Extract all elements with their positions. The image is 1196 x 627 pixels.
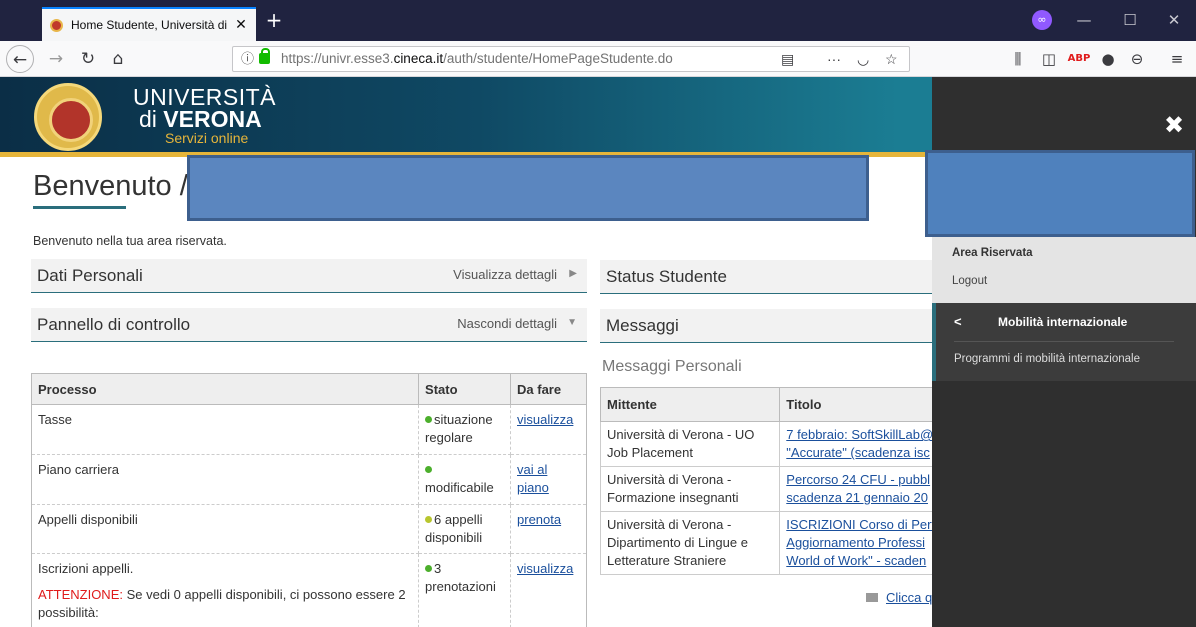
messages-subtitle: Messaggi Personali [602, 358, 742, 375]
sidebar-icon[interactable]: ◫ [1036, 45, 1062, 73]
browser-nav-bar: ← → ↻ ⌂ ⓘ https://univr.esse3.cineca.it/… [0, 41, 1196, 77]
window-close-icon[interactable]: ✕ [1152, 0, 1196, 41]
section-dati-personali: Dati Personali Visualizza dettagli ▶ [31, 259, 587, 293]
adblock-icon[interactable]: ABP [1066, 45, 1092, 73]
reload-icon[interactable]: ↻ [74, 45, 102, 73]
action-link[interactable]: vai al piano [517, 462, 549, 495]
messages-table: Mittente Titolo Università di Verona - U… [599, 387, 950, 575]
section-title: Pannello di controllo [37, 315, 191, 334]
table-row: Università di Verona - Dipartimento di Li… [599, 511, 950, 575]
close-panel-icon[interactable]: ✖ [1164, 111, 1184, 139]
lock-icon[interactable] [259, 48, 270, 64]
table-row: Iscrizioni appelli. ATTENZIONE: Se vedi … [30, 553, 587, 627]
status-ok-icon [425, 466, 433, 473]
bookmark-star-icon[interactable]: ☆ [885, 47, 898, 71]
pocket-icon[interactable]: ◡ [857, 47, 869, 71]
process-table: Processo Stato Da fare Tasse situazione … [30, 373, 587, 627]
table-row: Università di Verona - Formazione insegna… [599, 466, 950, 512]
status-ok-icon [425, 416, 433, 423]
area-riservata-title: Area Riservata [952, 247, 1033, 259]
section-title: Dati Personali [37, 266, 143, 285]
table-row: Piano carriera modificabile vai al piano [30, 454, 587, 505]
page-subtitle: Benvenuto nella tua area riservata. [33, 234, 227, 248]
title-underline [33, 206, 126, 209]
favicon-icon [50, 18, 63, 32]
redacted-block [187, 155, 869, 221]
redacted-block [925, 150, 1195, 237]
forward-icon[interactable]: → [42, 45, 70, 73]
tab-title: Home Studente, Università di V [71, 18, 230, 32]
message-link[interactable]: ISCRIZIONI Corso di Perf Aggiornamento Pr… [786, 516, 943, 570]
action-link[interactable]: prenota [517, 512, 561, 527]
account-icon[interactable]: ⊖ [1124, 45, 1150, 73]
table-header-row: Mittente Titolo [599, 387, 950, 422]
section-title: Status Studente [606, 267, 727, 286]
section-status-studente: Status Studente [600, 260, 950, 294]
message-link[interactable]: 7 febbraio: SoftSkillLab@ "Accurate" (sca… [786, 426, 943, 462]
browser-tab-bar: Home Studente, Università di V ✕ + ∞ — ☐… [0, 0, 1196, 41]
back-icon[interactable]: ← [6, 45, 34, 73]
triangle-down-icon[interactable]: ▼ [567, 317, 577, 328]
show-details-link[interactable]: Visualizza dettagli [453, 267, 557, 282]
menu-icon[interactable]: ≡ [1164, 45, 1190, 73]
action-link[interactable]: visualizza [517, 412, 573, 427]
minimize-icon[interactable]: — [1062, 0, 1106, 41]
action-link[interactable]: visualizza [517, 561, 573, 576]
section-pannello-controllo: Pannello di controllo Nascondi dettagli … [31, 308, 587, 342]
table-header-row: Processo Stato Da fare [30, 373, 587, 405]
new-tab-button[interactable]: + [262, 7, 286, 35]
page-title: Benvenuto / [33, 170, 188, 202]
menu-divider [954, 341, 1174, 342]
page-actions-icon[interactable]: ··· [827, 47, 841, 71]
url-bar[interactable]: ⓘ https://univr.esse3.cineca.it/auth/stu… [232, 46, 910, 72]
url-text[interactable]: https://univr.esse3.cineca.it/auth/stude… [281, 47, 673, 71]
reader-view-icon[interactable]: ▤ [781, 47, 794, 71]
maximize-icon[interactable]: ☐ [1108, 0, 1152, 41]
browser-tab-active[interactable]: Home Studente, Università di V ✕ [42, 7, 256, 41]
table-row: Tasse situazione regolare visualizza [30, 404, 587, 455]
table-row: Appelli disponibili 6 appelli disponibil… [30, 504, 587, 554]
mail-icon [866, 593, 878, 602]
private-browsing-icon: ∞ [1032, 10, 1052, 30]
chevron-left-icon[interactable]: < [954, 314, 962, 329]
logout-link[interactable]: Logout [952, 275, 987, 287]
status-ok-icon [425, 565, 433, 572]
mobility-title[interactable]: Mobilità internazionale [998, 315, 1127, 329]
section-messaggi: Messaggi [600, 309, 950, 343]
university-seal-logo[interactable] [34, 83, 102, 151]
mobility-menu: < Mobilità internazionale Programmi di m… [932, 303, 1196, 381]
more-messages-link[interactable]: Clicca q [866, 590, 932, 605]
library-icon[interactable]: ⫼ [1005, 45, 1031, 73]
info-icon[interactable]: ⓘ [241, 47, 254, 71]
triangle-right-icon[interactable]: ▶ [569, 268, 577, 279]
extension-icon[interactable]: ● [1095, 45, 1121, 73]
area-riservata-section: Area Riservata Logout [932, 237, 1196, 303]
section-title: Messaggi [606, 316, 679, 335]
warning-label: ATTENZIONE: [38, 587, 123, 602]
message-link[interactable]: Percorso 24 CFU - pubbl scadenza 21 genna… [786, 471, 943, 507]
tab-close-icon[interactable]: ✕ [234, 17, 248, 33]
menu-item-mobility-programs[interactable]: Programmi di mobilità internazionale [954, 353, 1140, 365]
home-icon[interactable]: ⌂ [104, 45, 132, 73]
hide-details-link[interactable]: Nascondi dettagli [457, 316, 557, 331]
table-row: Università di Verona - UO Job Placement 7… [599, 421, 950, 467]
status-warning-icon [425, 516, 433, 523]
university-name[interactable]: UNIVERSITÀ di VERONA Servizi online [133, 86, 276, 146]
